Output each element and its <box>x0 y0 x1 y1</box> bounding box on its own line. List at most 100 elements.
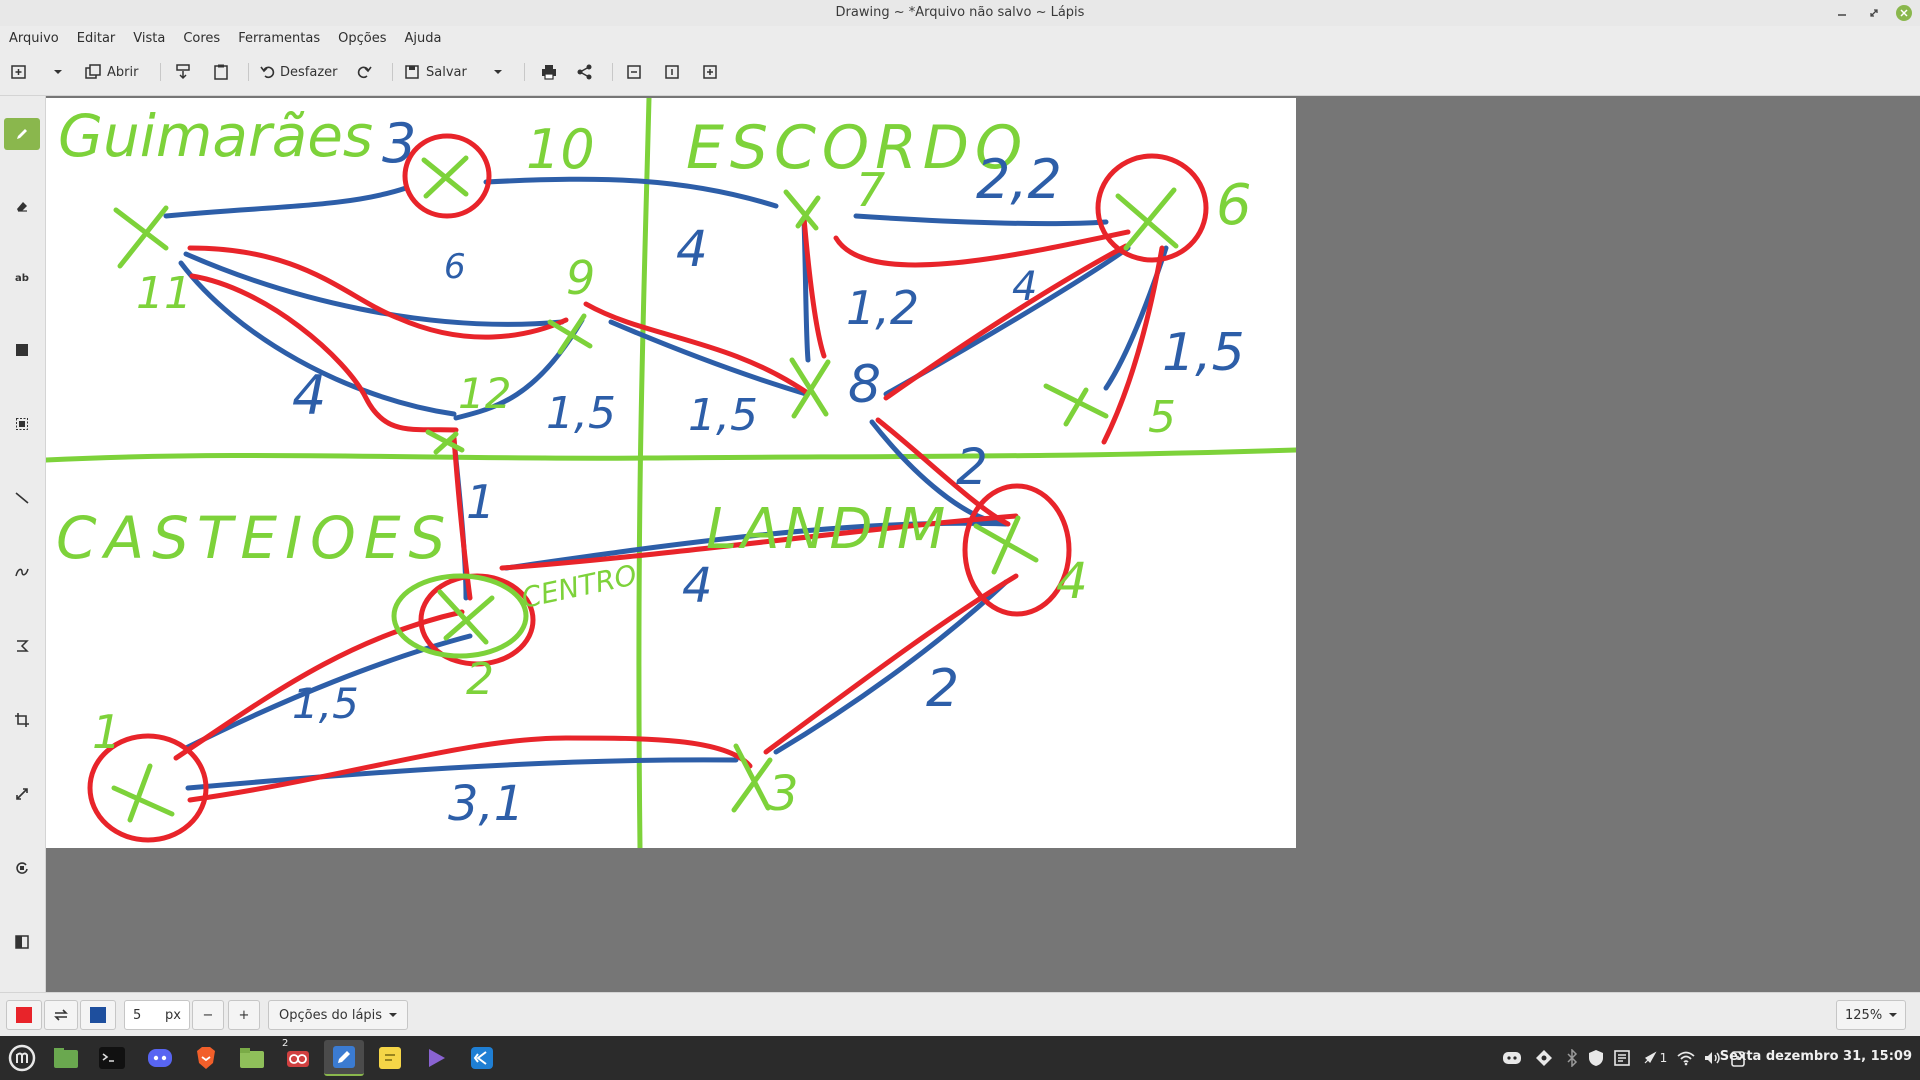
terminal-icon <box>99 1047 125 1069</box>
size-decrease-button[interactable]: − <box>192 1000 224 1030</box>
toolbar-separator <box>160 63 161 81</box>
rectangle-icon <box>16 344 28 356</box>
edge-label: 4 <box>1012 264 1037 310</box>
save-button[interactable]: Salvar <box>404 59 467 85</box>
bluetooth-icon[interactable] <box>1562 1048 1582 1068</box>
import-button[interactable] <box>174 59 192 85</box>
free-shape-tool-button[interactable] <box>4 630 40 662</box>
chevron-down-icon <box>389 1013 397 1017</box>
line-icon <box>15 492 29 504</box>
taskbar-brave[interactable] <box>186 1040 226 1076</box>
canvas-area: Guimarães ESCORDO CASTEIOES LANDIM 10 7 … <box>46 96 1920 992</box>
menu-vista[interactable]: Vista <box>128 31 170 46</box>
drawing-canvas[interactable]: Guimarães ESCORDO CASTEIOES LANDIM 10 7 … <box>46 98 1296 848</box>
text-tool-button[interactable]: ab <box>4 262 40 294</box>
notes-tray-icon[interactable] <box>1612 1048 1632 1068</box>
wifi-icon[interactable] <box>1676 1048 1696 1068</box>
line-tool-button[interactable] <box>4 482 40 514</box>
taskbar-sticky-notes[interactable] <box>370 1040 410 1076</box>
crop-tool-button[interactable] <box>4 704 40 736</box>
size-input[interactable]: 5 px <box>124 1000 190 1030</box>
menu-ferramentas[interactable]: Ferramentas <box>233 31 325 46</box>
swap-icon <box>54 1009 68 1021</box>
taskbar-vscode[interactable] <box>462 1040 502 1076</box>
size-value: 5 <box>133 1007 142 1023</box>
paste-button[interactable] <box>212 59 230 85</box>
filters-tool-button[interactable] <box>4 926 40 958</box>
undo-button[interactable]: Desfazer <box>260 59 338 85</box>
taskbar-drawing-app[interactable] <box>324 1040 364 1076</box>
curve-tool-button[interactable] <box>4 556 40 588</box>
open-icon <box>85 64 101 79</box>
save-label: Salvar <box>426 64 467 80</box>
taskbar-terminal[interactable] <box>92 1040 132 1076</box>
menu-opcoes[interactable]: Opções <box>333 31 391 46</box>
share-button[interactable] <box>576 59 594 85</box>
node-label: 2 <box>466 654 494 705</box>
edge-label: 1,5 <box>292 679 359 728</box>
scale-tool-button[interactable] <box>4 778 40 810</box>
open-button[interactable]: Abrir <box>84 59 138 85</box>
shield-icon[interactable] <box>1586 1048 1606 1068</box>
select-tool-button[interactable] <box>4 408 40 440</box>
pencil-tool-button[interactable] <box>4 118 40 150</box>
zoom-in-button[interactable] <box>702 59 718 85</box>
eraser-tool-button[interactable] <box>4 190 40 222</box>
options-bar: 5 px − + Opções do lápis 125% <box>0 992 1920 1036</box>
redo-button[interactable] <box>356 59 372 85</box>
minimize-icon[interactable] <box>1832 3 1852 23</box>
menu-cores[interactable]: Cores <box>178 31 225 46</box>
size-unit: px <box>165 1007 181 1023</box>
node-label: 7 <box>856 163 885 217</box>
edge-label: 1,5 <box>1162 323 1245 383</box>
rectangle-tool-button[interactable] <box>4 334 40 366</box>
maximize-icon[interactable] <box>1864 3 1884 23</box>
taskbar-file-explorer[interactable] <box>232 1040 272 1076</box>
new-image-button[interactable] <box>10 59 28 85</box>
brave-lion-icon <box>197 1047 215 1069</box>
zoom-out-button[interactable] <box>626 59 642 85</box>
close-icon[interactable] <box>1896 5 1912 21</box>
primary-color-button[interactable] <box>6 1000 42 1030</box>
menu-editar[interactable]: Editar <box>72 31 121 46</box>
eraser-icon <box>17 202 27 212</box>
text-tool-label: ab <box>15 272 29 284</box>
secondary-color-button[interactable] <box>80 1000 116 1030</box>
save-menu-button[interactable] <box>492 59 504 85</box>
edge-label: 1,2 <box>846 281 919 335</box>
zoom-original-button[interactable] <box>664 59 680 85</box>
crop-icon <box>15 713 29 727</box>
taskbar-discord[interactable] <box>140 1040 180 1076</box>
git-tray-icon[interactable] <box>1534 1048 1554 1068</box>
new-image-menu-button[interactable] <box>52 59 64 85</box>
edge-label: 4 <box>682 558 713 614</box>
undo-icon <box>260 66 275 79</box>
zoom-dropdown[interactable]: 125% <box>1836 1000 1906 1030</box>
discord-tray-icon[interactable] <box>1502 1048 1522 1068</box>
print-button[interactable] <box>540 59 558 85</box>
clock[interactable]: Sexta dezembro 31, 15:09 <box>1720 1049 1912 1064</box>
edge-label: 1,5 <box>688 390 758 441</box>
save-icon <box>405 65 419 79</box>
size-increase-button[interactable]: + <box>228 1000 260 1030</box>
taskbar-visual-studio[interactable] <box>416 1040 456 1076</box>
taskbar-files-manager[interactable] <box>46 1040 86 1076</box>
toolbar: Abrir Desfazer Salvar <box>0 50 1920 96</box>
edge-label: 4 <box>292 364 326 427</box>
taskbar-reader-app[interactable]: 2 <box>278 1038 318 1076</box>
import-icon <box>176 64 190 80</box>
notifications-tray[interactable]: 1 <box>1640 1048 1670 1068</box>
node-label: 1 <box>92 705 121 759</box>
exchange-colors-button[interactable] <box>44 1000 78 1030</box>
menu-ajuda[interactable]: Ajuda <box>400 31 447 46</box>
start-menu-button[interactable] <box>2 1040 42 1076</box>
select-icon <box>16 418 28 430</box>
menu-arquivo[interactable]: Arquivo <box>4 31 64 46</box>
node-label: 5 <box>1148 392 1176 443</box>
toolbar-separator <box>524 63 525 81</box>
plus-icon: + <box>238 1007 250 1023</box>
pencil-options-dropdown[interactable]: Opções do lápis <box>268 1000 408 1030</box>
scale-icon <box>16 788 28 800</box>
rotate-tool-button[interactable] <box>4 852 40 884</box>
window-title: Drawing ~ *Arquivo não salvo ~ Lápis <box>835 5 1085 20</box>
